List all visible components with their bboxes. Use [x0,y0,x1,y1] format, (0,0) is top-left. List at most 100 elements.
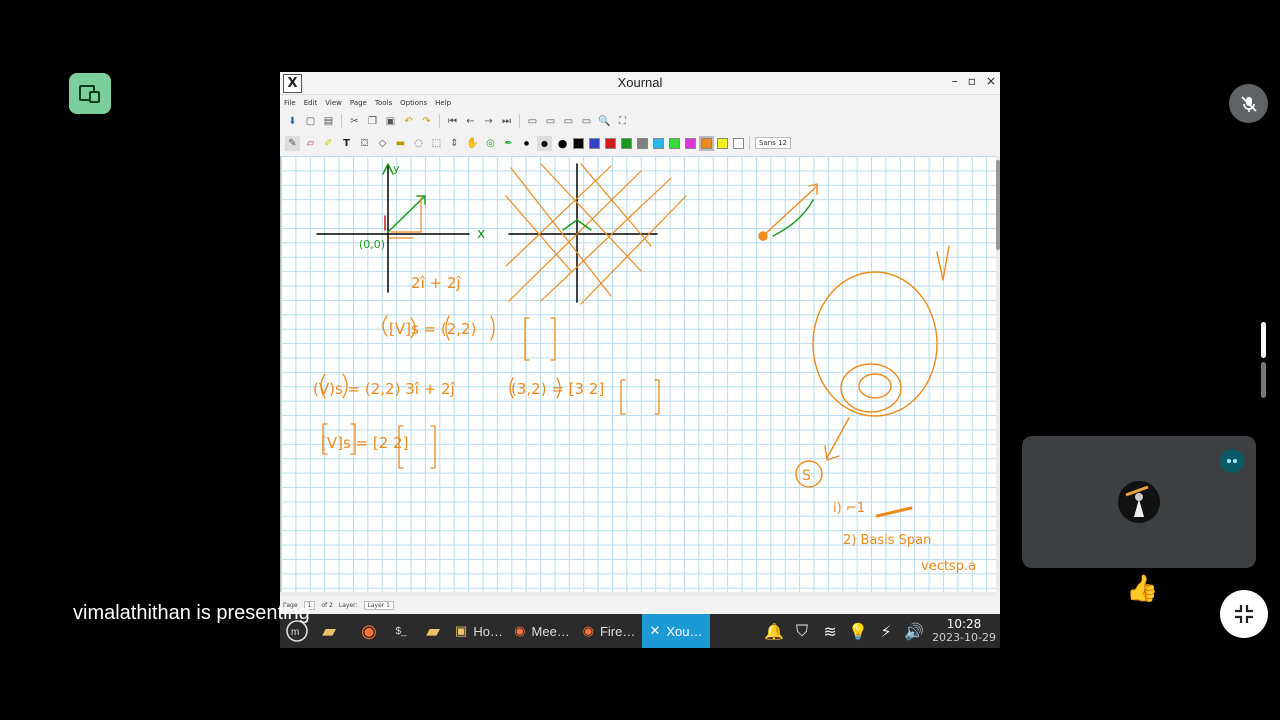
zoom-out-icon[interactable]: ▭ [561,114,576,129]
layer-label: Layer: [338,601,358,609]
eraser-icon[interactable]: ▱ [303,136,318,151]
fullscreen-icon[interactable]: ⛶ [615,114,630,129]
taskbar-item-firefox[interactable]: ◉ Fire… [576,614,642,648]
hand-icon[interactable]: ✋ [465,136,480,151]
paste-icon[interactable]: ▣ [383,114,398,129]
ink-origin: (0,0) [359,238,385,251]
maximize-button[interactable]: ▫ [968,74,976,88]
menu-help[interactable]: Help [435,99,451,107]
cut-icon[interactable]: ✂ [347,114,362,129]
last-page-icon[interactable]: ⏭ [499,114,514,129]
menu-view[interactable]: View [325,99,342,107]
color-swatch-1[interactable] [589,137,600,149]
zoom-normal-icon[interactable]: ▭ [543,114,558,129]
color-swatch-7[interactable] [685,137,696,149]
ink-expr2: [V]s = (2,2) [389,320,476,338]
first-page-icon[interactable]: ⏮ [445,114,460,129]
color-swatch-5[interactable] [653,137,664,149]
lasso-icon[interactable]: ◌ [411,136,426,151]
undo-icon[interactable]: ↶ [401,114,416,129]
shield-icon[interactable]: ⛉ [788,614,816,648]
menu-options[interactable]: Options [400,99,427,107]
terminal-icon[interactable]: $_ [386,614,416,648]
ink-expr4: (3,2) = [3 2] [511,380,604,398]
next-page-icon[interactable]: → [481,114,496,129]
menu-page[interactable]: Page [350,99,367,107]
more-options-icon[interactable] [1220,449,1244,473]
files-icon[interactable]: ▰ [314,614,344,648]
ruler-icon[interactable]: ▬ [393,136,408,151]
menu-tools[interactable]: Tools [375,99,392,107]
ink-layer: x y (0,0) 2î + 2ĵ [V]s = (2,2) (V)s = (2… [313,162,976,574]
ink-note-2: 2) Basis Span [843,533,931,548]
taskbar-item-home[interactable]: ▣ Ho… [450,614,508,648]
window-titlebar: X Xournal – ▫ × [280,72,1000,95]
color-swatch-10[interactable] [733,137,744,149]
image-icon[interactable]: ⛋ [357,136,372,151]
svg-text:m: m [291,627,299,638]
font-name-field[interactable]: Sans 12 [755,137,791,149]
layer-select[interactable]: Layer 1 [363,600,394,610]
zoom-fit-icon[interactable]: ▭ [525,114,540,129]
copy-icon[interactable]: ❐ [365,114,380,129]
horizontal-scrollbar[interactable] [280,592,996,596]
redo-icon[interactable]: ↷ [419,114,434,129]
color-swatch-0[interactable] [573,137,584,149]
color-swatch-8[interactable] [699,135,714,151]
new-page-icon[interactable]: ▢ [303,114,318,129]
open-icon[interactable]: ▤ [321,114,336,129]
medium-dot-icon[interactable]: ● [537,135,552,151]
avatar [1118,481,1160,523]
shared-screen: X Xournal – ▫ × File Edit View Page Tool… [280,72,1000,648]
volume-icon[interactable]: 🔊 [900,614,928,648]
main-toolbar: ⬇ ▢ ▤ ✂ ❐ ▣ ↶ ↷ ⏮ ← → ⏭ ▭ ▭ ▭ ▭ 🔍 ⛶ [280,111,1000,131]
clock[interactable]: 10:28 2023-10-29 [932,618,996,645]
close-button[interactable]: × [986,74,996,88]
minimize-button[interactable]: – [952,74,958,88]
shape-icon[interactable]: ◇ [375,136,390,151]
vertical-space-icon[interactable]: ⇕ [447,136,462,151]
select-rect-icon[interactable]: ⬚ [429,136,444,151]
search-icon[interactable]: 🔍 [597,114,612,129]
mic-muted-button[interactable] [1229,84,1268,123]
color-swatch-3[interactable] [621,137,632,149]
firefox-small-icon: ◉ [514,623,526,638]
zoom-in-icon[interactable]: ▭ [579,114,594,129]
vertical-scrollbar[interactable] [996,156,1000,592]
ink-note-1: i) ⌐1 [833,501,865,516]
power-icon[interactable]: ⚡ [872,614,900,648]
presenting-caption: vimalathithan is presenting [73,602,310,624]
default-pen-icon[interactable]: ✒ [501,136,516,151]
redshift-icon[interactable]: 💡 [844,614,872,648]
color-swatch-2[interactable] [605,137,616,149]
clock-date: 2023-10-29 [932,631,996,644]
color-swatch-4[interactable] [637,137,648,149]
highlighter-icon[interactable]: ✐ [321,136,336,151]
ink-axis-y: y [393,162,400,175]
pen-icon[interactable]: ✎ [285,135,300,151]
menu-file[interactable]: File [284,99,296,107]
firefox-icon[interactable]: ◉ [352,614,386,648]
thick-dot-icon[interactable]: ● [555,136,570,151]
exit-fullscreen-button[interactable] [1220,590,1268,638]
shape-recognizer-icon[interactable]: ◎ [483,136,498,151]
taskbar-item-xournal[interactable]: ✕ Xou… [642,614,710,648]
thin-dot-icon[interactable]: ● [519,136,534,151]
collapse-icon [1235,605,1253,623]
notifications-icon[interactable]: 🔔 [760,614,788,648]
folder-icon[interactable]: ▰ [416,614,450,648]
cast-device-button[interactable] [69,73,111,114]
text-icon[interactable]: T [339,136,354,151]
color-swatch-6[interactable] [669,137,680,149]
taskbar-item-meet[interactable]: ◉ Mee… [508,614,576,648]
save-icon[interactable]: ⬇ [285,114,300,129]
meet-stage: X Xournal – ▫ × File Edit View Page Tool… [0,0,1280,720]
drawing-canvas[interactable]: x y (0,0) 2î + 2ĵ [V]s = (2,2) (V)s = (2… [280,156,997,592]
wifi-icon[interactable]: ≋ [816,614,844,648]
color-swatch-9[interactable] [717,137,728,149]
menu-edit[interactable]: Edit [304,99,318,107]
prev-page-icon[interactable]: ← [463,114,478,129]
participant-tile[interactable] [1022,436,1256,568]
taskbar-label: Mee… [531,623,570,639]
scroll-indicator[interactable] [1261,322,1266,358]
